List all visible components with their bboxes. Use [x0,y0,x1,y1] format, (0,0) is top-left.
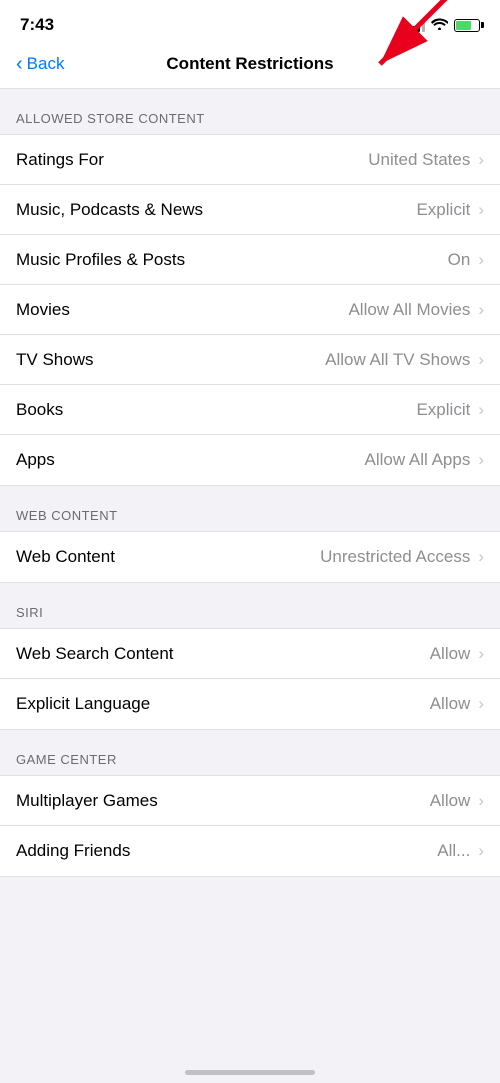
status-bar: 7:43 [0,0,500,44]
right-web-search-content: Allow › [430,644,484,664]
chevron-books: › [478,400,484,420]
value-multiplayer-games: Allow [430,791,471,811]
value-music-podcasts: Explicit [416,200,470,220]
value-adding-friends: All... [437,841,470,861]
label-tv-shows: TV Shows [16,350,93,370]
value-music-profiles: On [448,250,471,270]
settings-group-game-center: Multiplayer Games Allow › Adding Friends… [0,775,500,877]
value-apps: Allow All Apps [364,450,470,470]
section-header-siri: SIRI [0,583,500,628]
chevron-ratings-for: › [478,150,484,170]
row-music-profiles[interactable]: Music Profiles & Posts On › [0,235,500,285]
label-movies: Movies [16,300,70,320]
home-indicator [185,1070,315,1075]
section-header-game-center: GAME CENTER [0,730,500,775]
chevron-explicit-language: › [478,694,484,714]
content-area: ALLOWED STORE CONTENT Ratings For United… [0,89,500,885]
row-books[interactable]: Books Explicit › [0,385,500,435]
label-adding-friends: Adding Friends [16,841,130,861]
label-explicit-language: Explicit Language [16,694,150,714]
row-adding-friends[interactable]: Adding Friends All... › [0,826,500,876]
value-tv-shows: Allow All TV Shows [325,350,470,370]
chevron-adding-friends: › [478,841,484,861]
row-movies[interactable]: Movies Allow All Movies › [0,285,500,335]
right-web-content: Unrestricted Access › [320,547,484,567]
section-header-allowed-store-content: ALLOWED STORE CONTENT [0,89,500,134]
label-ratings-for: Ratings For [16,150,104,170]
row-web-search-content[interactable]: Web Search Content Allow › [0,629,500,679]
right-apps: Allow All Apps › [364,450,484,470]
value-web-search-content: Allow [430,644,471,664]
row-web-content[interactable]: Web Content Unrestricted Access › [0,532,500,582]
chevron-tv-shows: › [478,350,484,370]
chevron-web-content: › [478,547,484,567]
battery-icon [454,19,480,32]
back-button[interactable]: ‹ Back [16,54,64,74]
chevron-music-podcasts: › [478,200,484,220]
label-web-content: Web Content [16,547,115,567]
row-ratings-for[interactable]: Ratings For United States › [0,135,500,185]
row-tv-shows[interactable]: TV Shows Allow All TV Shows › [0,335,500,385]
row-multiplayer-games[interactable]: Multiplayer Games Allow › [0,776,500,826]
right-multiplayer-games: Allow › [430,791,484,811]
label-music-podcasts: Music, Podcasts & News [16,200,203,220]
row-music-podcasts[interactable]: Music, Podcasts & News Explicit › [0,185,500,235]
back-chevron-icon: ‹ [16,54,23,74]
signal-icon [407,18,425,32]
right-ratings-for: United States › [368,150,484,170]
value-web-content: Unrestricted Access [320,547,470,567]
value-books: Explicit [416,400,470,420]
status-icons [407,17,480,33]
label-web-search-content: Web Search Content [16,644,174,664]
right-music-podcasts: Explicit › [416,200,484,220]
status-time: 7:43 [20,15,54,35]
label-multiplayer-games: Multiplayer Games [16,791,158,811]
value-ratings-for: United States [368,150,470,170]
label-music-profiles: Music Profiles & Posts [16,250,185,270]
page-title: Content Restrictions [166,54,333,74]
nav-bar: ‹ Back Content Restrictions [0,44,500,89]
value-explicit-language: Allow [430,694,471,714]
settings-group-allowed-store-content: Ratings For United States › Music, Podca… [0,134,500,486]
right-explicit-language: Allow › [430,694,484,714]
right-adding-friends: All... › [437,841,484,861]
right-tv-shows: Allow All TV Shows › [325,350,484,370]
value-movies: Allow All Movies [348,300,470,320]
chevron-movies: › [478,300,484,320]
right-music-profiles: On › [448,250,484,270]
right-books: Explicit › [416,400,484,420]
chevron-apps: › [478,450,484,470]
chevron-multiplayer-games: › [478,791,484,811]
settings-group-web-content: Web Content Unrestricted Access › [0,531,500,583]
row-explicit-language[interactable]: Explicit Language Allow › [0,679,500,729]
label-books: Books [16,400,63,420]
wifi-icon [431,17,448,33]
label-apps: Apps [16,450,55,470]
chevron-web-search-content: › [478,644,484,664]
section-header-web-content: WEB CONTENT [0,486,500,531]
settings-group-siri: Web Search Content Allow › Explicit Lang… [0,628,500,730]
row-apps[interactable]: Apps Allow All Apps › [0,435,500,485]
chevron-music-profiles: › [478,250,484,270]
back-label: Back [27,54,65,74]
right-movies: Allow All Movies › [348,300,484,320]
